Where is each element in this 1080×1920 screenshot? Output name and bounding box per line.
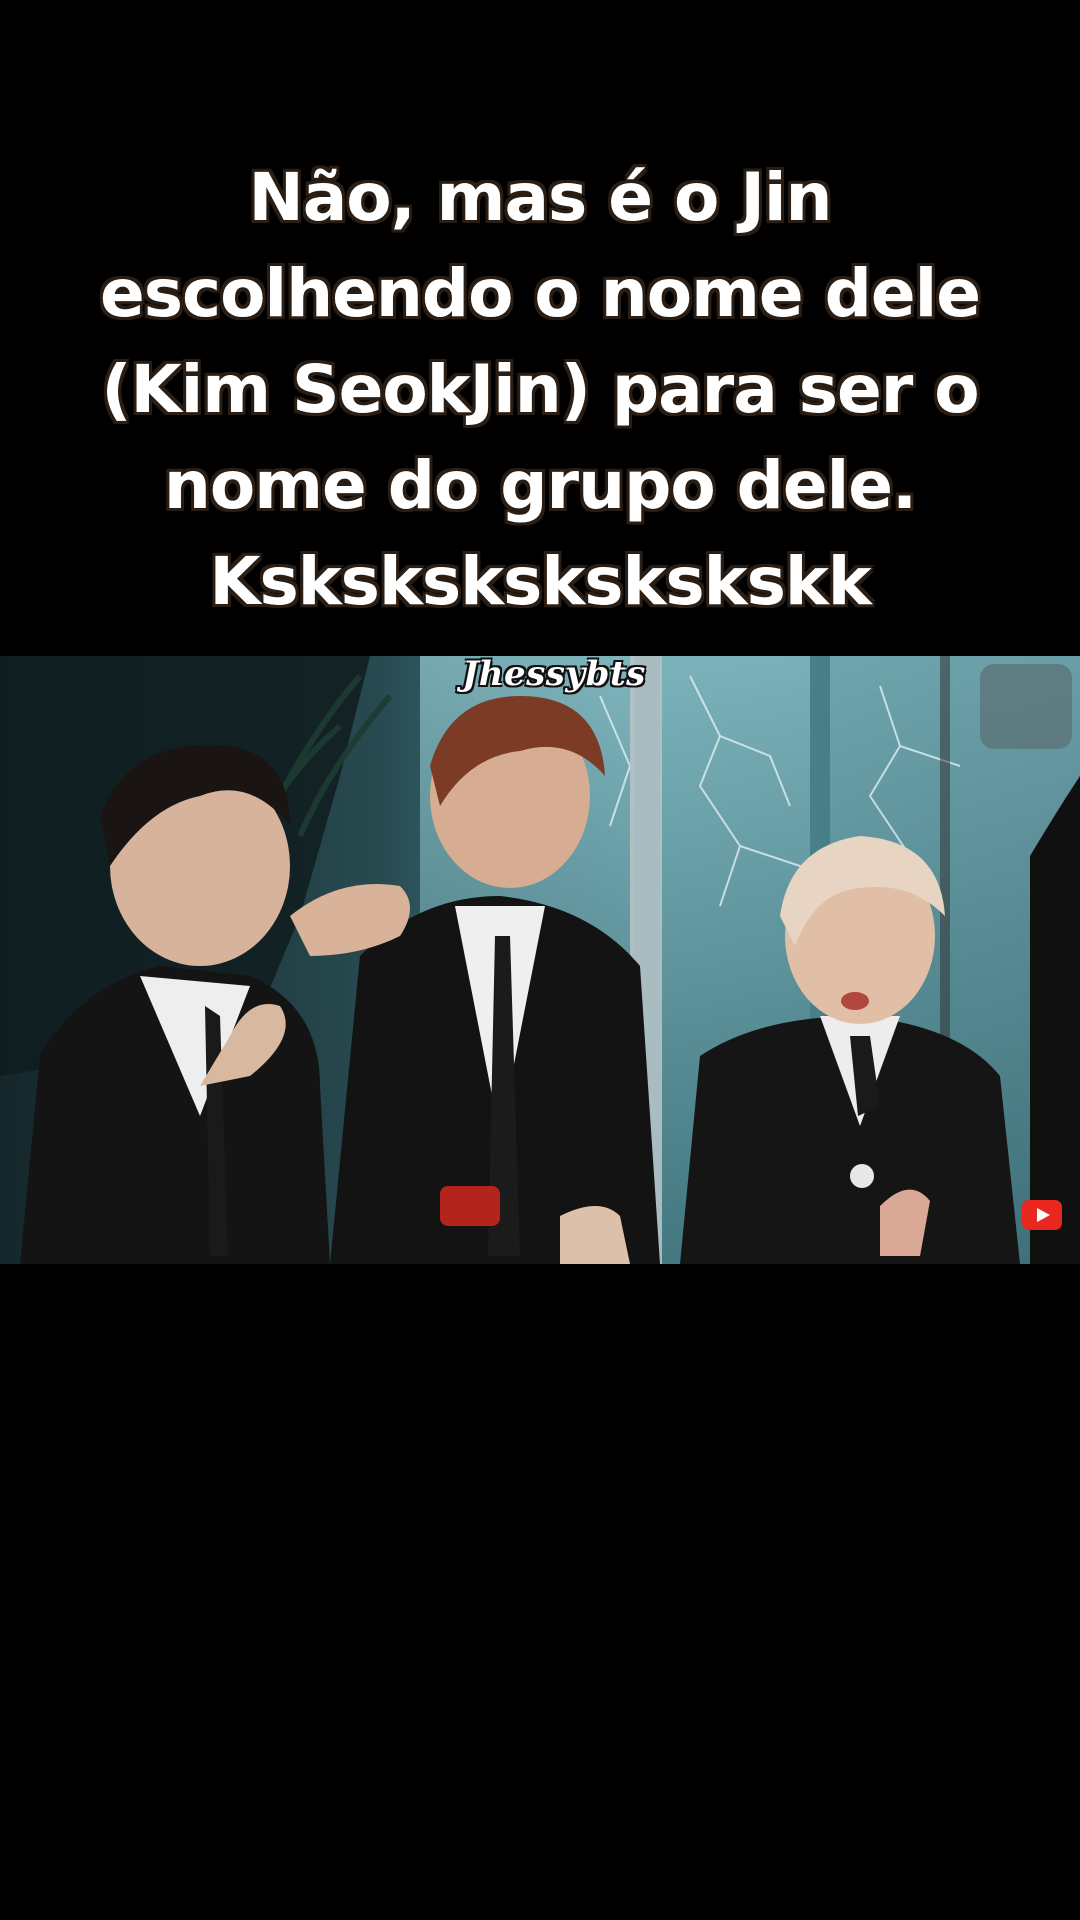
caption-line-2: escolhendo o nome dele (100, 255, 981, 332)
caption-line-1: Não, mas é o Jin (248, 159, 833, 236)
watermark-text: Jhessybts (462, 654, 646, 694)
video-frame[interactable] (0, 656, 1080, 1264)
caption-text: Não, mas é o Jin escolhendo o nome dele … (60, 150, 1020, 630)
caption-line-5: Kskskskskskskskk (209, 543, 871, 620)
caption-line-3: (Kim SeokJin) para ser o (101, 351, 979, 428)
video-still (0, 656, 1080, 1264)
play-icon (1022, 1200, 1062, 1230)
caption-line-4: nome do grupo dele. (163, 447, 917, 524)
